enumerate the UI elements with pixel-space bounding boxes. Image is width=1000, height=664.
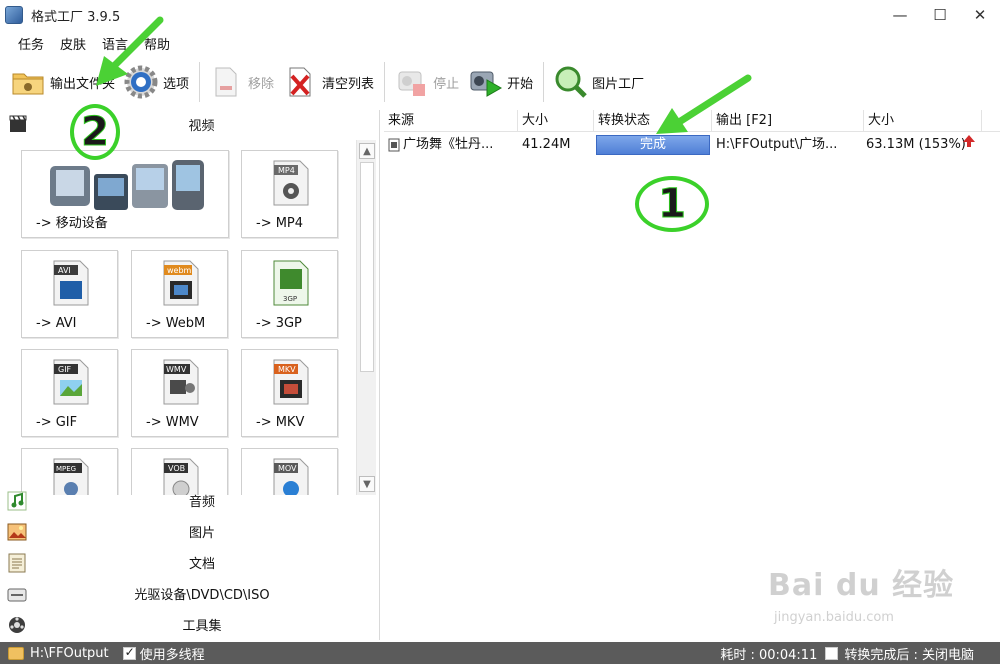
multithread-checkbox[interactable] bbox=[122, 645, 136, 660]
elapsed-time: 耗时 : 00:04:11 bbox=[720, 647, 818, 663]
status-bar: H:\FFOutput 使用多线程 耗时 : 00:04:11 转换完成后 : … bbox=[0, 642, 1000, 664]
annotation-badge-two: 2 bbox=[70, 104, 120, 160]
watermark-url: jingyan.baidu.com bbox=[774, 610, 894, 625]
shutdown-checkbox[interactable] bbox=[825, 646, 839, 660]
multithread-label: 使用多线程 bbox=[139, 647, 205, 663]
after-done-label: 转换完成后 : 关闭电脑 bbox=[844, 647, 974, 663]
watermark-brand: Bai du 经验 bbox=[768, 568, 955, 603]
folder-icon bbox=[8, 646, 24, 660]
output-folder-path[interactable]: H:\FFOutput bbox=[30, 646, 109, 661]
watermark: Bai du 经验 jingyan.baidu.com bbox=[768, 560, 954, 625]
annotation-badge-one: 1 bbox=[635, 176, 709, 232]
